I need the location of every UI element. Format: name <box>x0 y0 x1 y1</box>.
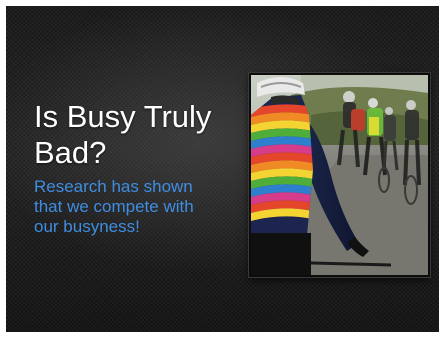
slide-body-line-2: that we compete with <box>34 197 194 216</box>
slide-title-line-1: Is Busy Truly <box>34 99 212 134</box>
slide-body-text: Research has shown that we compete with … <box>34 177 239 237</box>
slide-body-line-1: Research has shown <box>34 177 193 196</box>
slide-frame: Is Busy Truly Bad? Research has shown th… <box>0 0 444 338</box>
cyclists-photo <box>249 73 430 277</box>
slide-title-line-2: Bad? <box>34 135 107 170</box>
cyclists-photo-image <box>251 75 428 275</box>
presentation-slide: Is Busy Truly Bad? Research has shown th… <box>6 6 439 332</box>
slide-title: Is Busy Truly Bad? <box>34 99 244 171</box>
slide-body-line-3: our busyness! <box>34 217 140 236</box>
